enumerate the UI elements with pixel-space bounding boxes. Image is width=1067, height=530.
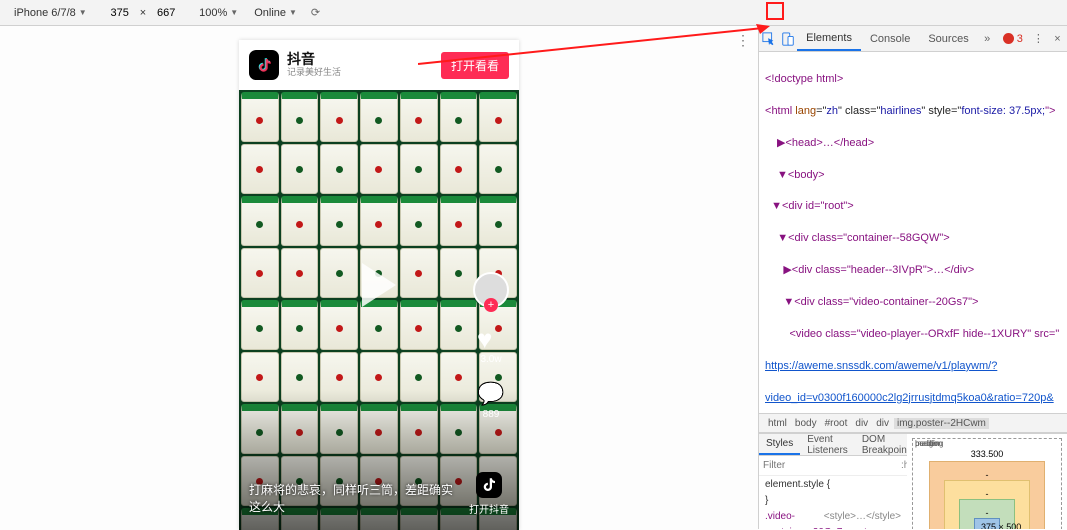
- comment-icon[interactable]: [477, 381, 504, 407]
- breadcrumb[interactable]: htmlbody#rootdivdivimg.poster--2HCwm: [759, 413, 1067, 433]
- zoom-select[interactable]: 100%▼: [191, 7, 246, 19]
- network-select[interactable]: Online▼: [246, 7, 305, 19]
- device-select[interactable]: iPhone 6/7/8▼: [6, 7, 95, 19]
- css-rules[interactable]: element.style { } .video- <style>…</styl…: [759, 476, 907, 529]
- box-model[interactable]: position333.500 margin- border- padding-…: [907, 434, 1067, 529]
- tab-event-listeners[interactable]: Event Listeners: [800, 434, 855, 455]
- tab-console[interactable]: Console: [861, 26, 919, 51]
- viewport-menu-icon[interactable]: ⋮: [736, 32, 750, 49]
- like-icon[interactable]: [477, 324, 505, 352]
- more-tabs-icon[interactable]: »: [978, 27, 997, 51]
- height-input[interactable]: [149, 7, 183, 19]
- video-caption: 打麻将的悲哀，同样听三筒，差距确实这么大: [249, 482, 459, 516]
- styles-filter-input[interactable]: [763, 460, 895, 471]
- comment-count: 889: [483, 409, 500, 420]
- douyin-logo-icon: [249, 50, 279, 80]
- error-badge[interactable]: 3: [997, 33, 1029, 45]
- width-input[interactable]: [103, 7, 137, 19]
- devtools-tabs: Elements Console Sources » 3 ⋮ ×: [759, 26, 1067, 52]
- rotate-icon[interactable]: ⟳: [305, 6, 326, 19]
- devtools-pane: Elements Console Sources » 3 ⋮ × <!docty…: [758, 26, 1067, 529]
- tab-elements[interactable]: Elements: [797, 26, 861, 51]
- tab-sources[interactable]: Sources: [919, 26, 977, 51]
- device-mode-icon[interactable]: [778, 27, 797, 51]
- device-toolbar: iPhone 6/7/8▼ × 100%▼ Online▼ ⟳: [0, 0, 1067, 26]
- mobile-preview[interactable]: 抖音记录美好生活 打开看看 3.: [239, 40, 519, 530]
- action-rail: 3.0w 889: [473, 272, 509, 420]
- inspect-icon[interactable]: [759, 27, 778, 51]
- open-see-button[interactable]: 打开看看: [441, 52, 509, 79]
- styles-pane: Styles Event Listeners DOM Breakpoints P…: [759, 434, 907, 529]
- tab-styles[interactable]: Styles: [759, 434, 800, 455]
- open-app-corner[interactable]: 打开抖音: [469, 472, 509, 516]
- play-icon[interactable]: [362, 263, 396, 307]
- devtools-menu-icon[interactable]: ⋮: [1029, 27, 1048, 51]
- author-avatar[interactable]: [473, 272, 509, 308]
- douyin-mini-logo-icon: [476, 472, 502, 498]
- brand-tagline: 记录美好生活: [287, 68, 433, 78]
- dom-tree[interactable]: <!doctype html> <html lang="zh" class="h…: [759, 52, 1067, 413]
- close-icon[interactable]: ×: [1048, 27, 1067, 51]
- viewport-dims: ×: [95, 7, 191, 19]
- brand-title: 抖音: [287, 52, 433, 67]
- app-header: 抖音记录美好生活 打开看看: [239, 40, 519, 90]
- device-viewport-pane: ⋮ 抖音记录美好生活 打开看看: [0, 26, 758, 529]
- like-count: 3.0w: [480, 354, 501, 365]
